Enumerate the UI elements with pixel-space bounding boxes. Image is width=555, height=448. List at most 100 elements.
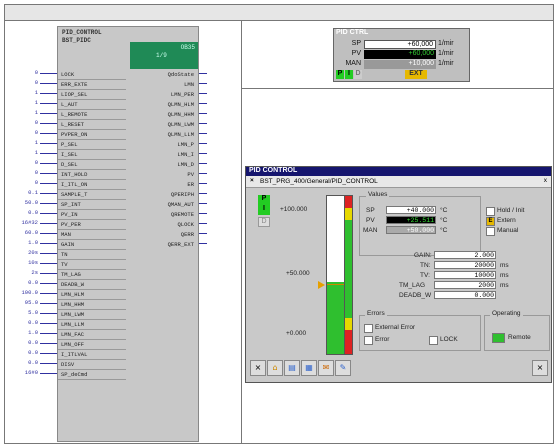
fb-input-value[interactable]: 0.0 [8,279,38,286]
fb-input-wire [40,103,57,104]
fb-input-name: L_RESET [61,121,85,128]
mini-row-pv: PV +60,000 1/mir [334,50,469,59]
sp-marker-icon[interactable] [318,281,325,289]
fb-input-value[interactable]: 1 [8,149,38,156]
error-checkbox[interactable] [364,336,373,345]
fb-input-wire [40,343,57,344]
fb-input-value[interactable]: 1.0 [8,239,38,246]
tn-field[interactable]: 20000 [434,261,496,269]
pv-bargraph [326,195,345,355]
fb-input-value[interactable]: 0.0 [8,349,38,356]
fb-input-value[interactable]: 1 [8,109,38,116]
fb-input-name: TV [61,261,68,268]
remote-indicator [492,333,505,343]
tv-field[interactable]: 10000 [434,271,496,279]
mini-d-indicator: D [354,70,362,79]
fb-input-value[interactable]: 1 [8,89,38,96]
fb-title: PID_CONTROL BST_PIDC [62,29,102,44]
trend-icon[interactable]: ▦ [301,360,317,376]
column-divider [241,20,242,443]
fb-input-value[interactable]: 0.0 [8,339,38,346]
fb-input-value[interactable]: 100.0 [8,289,38,296]
fb-input-value[interactable]: 0 [8,119,38,126]
table-header-bar [5,5,553,21]
fb-input-wire [40,203,57,204]
fb-input-value[interactable]: 0.1 [8,189,38,196]
fb-input-value[interactable]: 20s [8,249,38,256]
path-close-icon[interactable]: × [250,177,254,184]
faceplate-titlebar[interactable]: PID CONTROL [246,167,551,176]
fb-input-wire [40,113,57,114]
mini-p-indicator: P [336,70,344,79]
fb-input-wire [40,163,57,164]
fb-output-name: QLOCK [177,221,194,228]
face-p-indicator: P [258,195,270,205]
mini-row-man: MAN +10,000 1/mir [334,60,469,69]
fb-input-value[interactable]: 95.0 [8,299,38,306]
man-field[interactable]: +50.000 [386,226,436,234]
fb-output-name: LMN_P [177,141,194,148]
fb-input-value[interactable]: 50.0 [8,199,38,206]
deadb-field[interactable]: 0.000 [434,291,496,299]
fb-input-value[interactable]: 1 [8,139,38,146]
home-icon[interactable]: ⌂ [267,360,283,376]
tmlag-label: TM_LAG [399,282,426,289]
manual-checkbox[interactable] [486,227,495,236]
extern-checkbox[interactable]: E [486,217,495,226]
fb-input-name: LMN_FAC [61,331,85,338]
fb-output-name: PV [187,171,194,178]
fb-output-name: LMN_I [177,151,194,158]
pid-function-block[interactable]: PID_CONTROL BST_PIDC OB35 1/9 LOCK ERR_EX… [57,26,199,442]
fb-input-value[interactable]: 0 [8,69,38,76]
pv-label: PV [366,217,375,224]
fb-input-value[interactable]: 16#32 [8,219,38,226]
fb-input-value[interactable]: 60.0 [8,229,38,236]
fb-input-value[interactable]: 0 [8,179,38,186]
fb-output-name: QREMOTE [170,211,194,218]
faceplate-close-icon[interactable]: x [544,177,547,184]
faceplate-path-bar: × BST_PRG_400/General/PID_CONTROL x [246,176,551,188]
fb-output-wire [199,173,207,174]
hold-init-checkbox[interactable] [486,207,495,216]
fb-output-wire [199,163,207,164]
errors-group-label: Errors [365,310,387,317]
fb-input-wire [40,193,57,194]
faceplate-path: BST_PRG_400/General/PID_CONTROL [260,178,378,185]
fb-input-value[interactable]: 0 [8,159,38,166]
gain-field[interactable]: 2.000 [434,251,496,259]
fb-input-value[interactable]: 1.0 [8,329,38,336]
mini-title: PID CTRL [336,29,369,36]
fb-input-wire [40,293,57,294]
fb-input-value[interactable]: 16#0 [8,369,38,376]
sp-line [327,284,344,285]
toolbar-exit-button[interactable]: × [532,360,548,376]
pid-ctrl-mini-faceplate[interactable]: PID CTRL SP +60,000 1/mir PV +60,000 1/m… [333,28,470,82]
external-error-checkbox[interactable] [364,324,373,333]
fb-input-name: PV_IN [61,211,78,218]
fb-input-wire [40,233,57,234]
pid-control-faceplate[interactable]: PID CONTROL × BST_PRG_400/General/PID_CO… [245,166,552,383]
lock-checkbox[interactable] [429,336,438,345]
toolbar-close-button[interactable]: × [250,360,266,376]
fb-input-value[interactable]: 0.0 [8,319,38,326]
fb-input-value[interactable]: 0 [8,79,38,86]
folder-icon[interactable]: ✉ [318,360,334,376]
fb-input-value[interactable]: 0 [8,169,38,176]
tv-label: TV: [420,272,430,279]
fb-input-value[interactable]: 1 [8,99,38,106]
fb-input-name: SP_INT [61,201,81,208]
fb-input-value[interactable]: 0.0 [8,209,38,216]
tool-icon[interactable]: ✎ [335,360,351,376]
fb-output-name: QdoState [167,71,194,78]
fb-input-name: DISV [61,361,75,368]
sp-field[interactable]: +40.000 [386,206,436,214]
fb-output-name: LMN_D [177,161,194,168]
fb-input-value[interactable]: 0 [8,129,38,136]
fb-input-value[interactable]: 2s [8,269,38,276]
fb-input-wire [40,173,57,174]
fb-input-value[interactable]: 0.0 [8,359,38,366]
book-icon[interactable]: ▤ [284,360,300,376]
fb-input-value[interactable]: 10s [8,259,38,266]
fb-input-value[interactable]: 5.0 [8,309,38,316]
tmlag-field[interactable]: 2000 [434,281,496,289]
